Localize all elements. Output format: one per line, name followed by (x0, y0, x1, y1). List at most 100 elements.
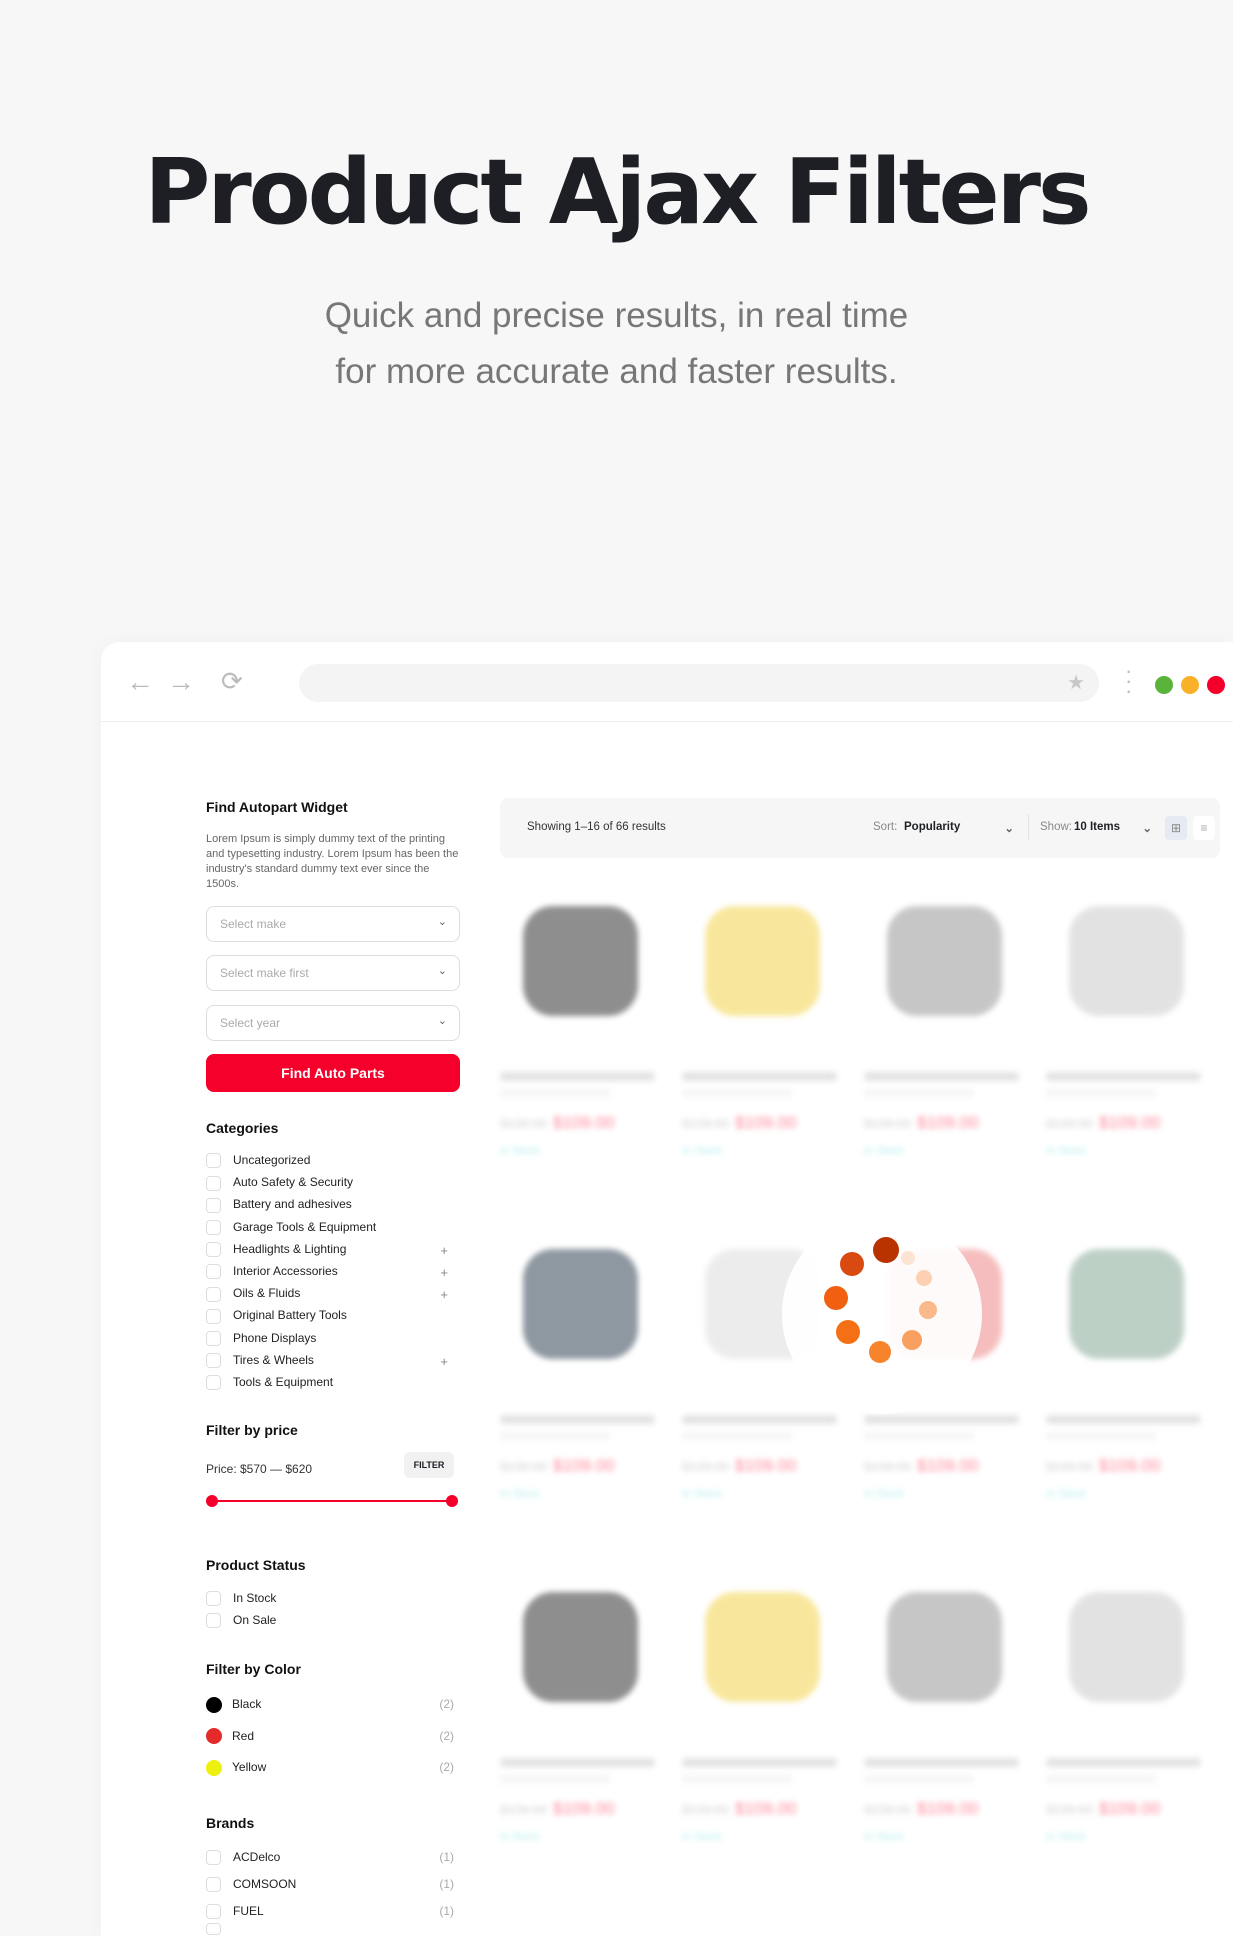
product-card[interactable]: $139.00 $109.00 In Stock (1046, 876, 1206, 1157)
green-dot-icon[interactable] (1155, 676, 1173, 694)
product-card[interactable]: $139.00 $109.00 In Stock (500, 1219, 660, 1500)
product-image[interactable] (500, 1219, 660, 1389)
product-title[interactable] (682, 1415, 837, 1424)
price-slider-min-handle[interactable] (206, 1495, 218, 1507)
checkbox[interactable] (206, 1353, 221, 1369)
product-card[interactable]: $139.00 $109.00 In Stock (864, 876, 1024, 1157)
product-image[interactable] (500, 876, 660, 1046)
checkbox[interactable] (206, 1219, 221, 1235)
status-in-stock[interactable]: In Stock (206, 1590, 460, 1608)
star-icon[interactable]: ★ (1067, 670, 1085, 695)
product-card[interactable]: $139.00 $109.00 In Stock (1046, 1219, 1206, 1500)
checkbox[interactable] (206, 1264, 221, 1280)
select-model[interactable]: Select make first ⌄ (206, 955, 460, 991)
checkbox[interactable] (206, 1591, 221, 1607)
color-swatch[interactable] (206, 1696, 222, 1713)
brand-item[interactable]: COMSOON (1) (206, 1876, 460, 1894)
category-item[interactable]: Original Battery Tools (206, 1307, 460, 1325)
product-title[interactable] (1046, 1072, 1201, 1081)
checkbox[interactable] (206, 1330, 221, 1346)
address-bar[interactable]: ★ (299, 664, 1099, 702)
stock-status: In Stock (1046, 1145, 1086, 1157)
product-title[interactable] (682, 1072, 837, 1081)
list-view-icon[interactable]: ≡ (1193, 816, 1215, 840)
brand-item[interactable]: ACDelco (1) (206, 1849, 460, 1867)
price-slider-max-handle[interactable] (446, 1495, 458, 1507)
product-title[interactable] (864, 1072, 1019, 1081)
product-title[interactable] (864, 1415, 1019, 1424)
product-card[interactable]: $139.00 $109.00 In Stock (1046, 1562, 1206, 1843)
category-label: Tires & Wheels (233, 1352, 314, 1367)
product-image[interactable] (1046, 1562, 1206, 1732)
back-icon[interactable]: ← (126, 666, 154, 698)
color-item[interactable]: Yellow (2) (206, 1759, 460, 1777)
product-card[interactable]: $139.00 $109.00 In Stock (682, 876, 842, 1157)
checkbox[interactable] (206, 1877, 221, 1893)
red-dot-icon[interactable] (1207, 676, 1225, 694)
product-image[interactable] (500, 1562, 660, 1732)
checkbox[interactable] (206, 1153, 221, 1169)
color-item[interactable]: Red (2) (206, 1728, 460, 1746)
select-year[interactable]: Select year ⌄ (206, 1005, 460, 1041)
filter-price-button[interactable]: FILTER (404, 1452, 454, 1478)
brand-item[interactable]: FUEL (1) (206, 1903, 460, 1921)
product-image[interactable] (1046, 1219, 1206, 1389)
category-item[interactable]: Phone Displays (206, 1330, 460, 1348)
checkbox[interactable] (206, 1850, 221, 1866)
category-item[interactable]: Battery and adhesives (206, 1196, 460, 1214)
grid-view-icon[interactable]: ⊞ (1165, 816, 1187, 840)
product-image[interactable] (864, 1562, 1024, 1732)
price-slider-track[interactable] (212, 1500, 452, 1502)
category-item[interactable]: Interior Accessories + (206, 1263, 460, 1281)
checkbox[interactable] (206, 1242, 221, 1258)
checkbox[interactable] (206, 1922, 221, 1935)
product-card[interactable]: $139.00 $109.00 In Stock (500, 876, 660, 1157)
product-card[interactable]: $139.00 $109.00 In Stock (682, 1562, 842, 1843)
product-title[interactable] (500, 1758, 655, 1767)
product-title[interactable] (500, 1415, 655, 1424)
reload-icon[interactable]: ⟳ (221, 666, 243, 697)
yellow-dot-icon[interactable] (1181, 676, 1199, 694)
status-on-sale[interactable]: On Sale (206, 1612, 460, 1630)
category-item[interactable]: Auto Safety & Security (206, 1174, 460, 1192)
color-swatch[interactable] (206, 1728, 222, 1745)
sort-select[interactable]: Popularity ⌄ (904, 821, 1014, 835)
product-card[interactable]: $139.00 $109.00 In Stock (864, 1562, 1024, 1843)
product-title[interactable] (500, 1072, 655, 1081)
category-item[interactable]: Oils & Fluids + (206, 1285, 460, 1303)
product-image[interactable] (682, 876, 842, 1046)
category-item[interactable]: Headlights & Lighting + (206, 1241, 460, 1259)
kebab-menu-icon[interactable]: · · · (1125, 660, 1132, 702)
checkbox[interactable] (206, 1197, 221, 1213)
checkbox[interactable] (206, 1375, 221, 1391)
product-title[interactable] (1046, 1758, 1201, 1767)
checkbox[interactable] (206, 1286, 221, 1302)
checkbox[interactable] (206, 1175, 221, 1191)
show-select[interactable]: 10 Items ⌄ (1074, 821, 1152, 835)
checkbox[interactable] (206, 1613, 221, 1629)
category-item[interactable]: Tires & Wheels + (206, 1352, 460, 1370)
find-auto-parts-button[interactable]: Find Auto Parts (206, 1054, 460, 1092)
color-item[interactable]: Black (2) (206, 1696, 460, 1714)
color-swatch[interactable] (206, 1759, 222, 1776)
expand-plus-icon[interactable]: + (440, 1265, 448, 1281)
category-item[interactable]: Garage Tools & Equipment (206, 1219, 460, 1237)
product-image[interactable] (1046, 876, 1206, 1046)
product-image[interactable] (864, 876, 1024, 1046)
checkbox[interactable] (206, 1904, 221, 1920)
product-title[interactable] (682, 1758, 837, 1767)
category-item[interactable]: Tools & Equipment (206, 1374, 460, 1392)
select-make[interactable]: Select make ⌄ (206, 906, 460, 942)
expand-plus-icon[interactable]: + (440, 1287, 448, 1303)
expand-plus-icon[interactable]: + (440, 1354, 448, 1370)
old-price: $139.00 (500, 1116, 547, 1131)
forward-icon[interactable]: → (167, 666, 195, 698)
brand-item[interactable] (206, 1922, 460, 1935)
expand-plus-icon[interactable]: + (440, 1243, 448, 1259)
product-card[interactable]: $139.00 $109.00 In Stock (500, 1562, 660, 1843)
category-item[interactable]: Uncategorized (206, 1152, 460, 1170)
product-title[interactable] (1046, 1415, 1201, 1424)
product-title[interactable] (864, 1758, 1019, 1767)
product-image[interactable] (682, 1562, 842, 1732)
checkbox[interactable] (206, 1308, 221, 1324)
